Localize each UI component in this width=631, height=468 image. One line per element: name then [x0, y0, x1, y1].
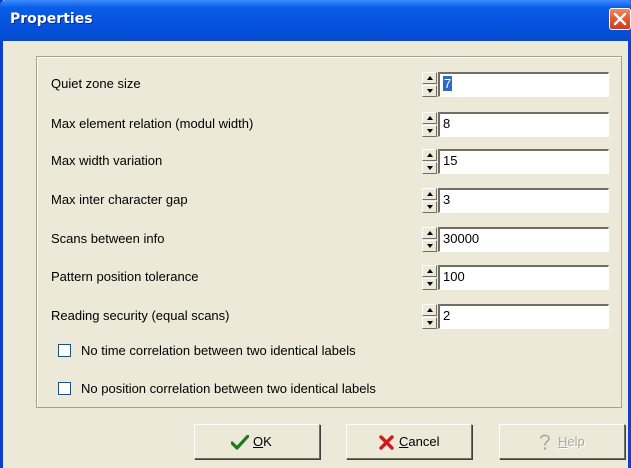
quiet-zone-size-value: 7	[443, 76, 453, 91]
close-button[interactable]	[609, 8, 631, 30]
spin-down-arrow-icon[interactable]	[422, 85, 437, 97]
no-time-correlation-checkbox[interactable]	[58, 344, 71, 357]
spin-down-arrow-icon[interactable]	[422, 162, 437, 174]
spin-up-arrow-icon[interactable]	[422, 227, 437, 239]
scans-between-info-label: Scans between info	[51, 231, 165, 246]
no-time-correlation-label: No time correlation between two identica…	[81, 343, 356, 358]
spin-up-arrow-icon[interactable]	[422, 188, 437, 200]
spin-down-arrow-icon[interactable]	[422, 317, 437, 329]
scans-between-info-input[interactable]: 30000	[438, 227, 609, 252]
spin-up-arrow-icon[interactable]	[422, 265, 437, 277]
quiet-zone-size-label: Quiet zone size	[51, 76, 141, 91]
spin-up-arrow-icon[interactable]	[422, 149, 437, 161]
title-bar[interactable]: Properties	[0, 0, 631, 41]
max-element-relation-input[interactable]: 8	[438, 112, 609, 137]
max-element-relation-label: Max element relation (modul width)	[51, 116, 254, 131]
reading-security-label: Reading security (equal scans)	[51, 308, 230, 323]
no-position-correlation-label: No position correlation between two iden…	[81, 381, 376, 396]
scans-between-info-spinner	[422, 227, 437, 252]
max-width-variation-label: Max width variation	[51, 153, 163, 168]
cancel-button-label: Cancel	[399, 434, 440, 449]
question-mark-icon	[540, 434, 550, 450]
spin-up-arrow-icon[interactable]	[422, 72, 437, 84]
ok-button-label: OK	[253, 434, 272, 449]
x-mark-icon	[379, 435, 394, 450]
help-button[interactable]: Help	[499, 424, 625, 459]
reading-security-input[interactable]: 2	[438, 304, 609, 329]
max-width-variation-input[interactable]: 15	[438, 149, 609, 174]
max-width-variation-spinner	[422, 149, 437, 174]
no-position-correlation-checkbox[interactable]	[58, 382, 71, 395]
close-icon	[613, 12, 627, 26]
max-inter-character-gap-label: Max inter character gap	[51, 192, 188, 207]
spin-down-arrow-icon[interactable]	[422, 125, 437, 137]
checkmark-icon	[231, 435, 249, 450]
max-element-relation-spinner	[422, 112, 437, 137]
window-title: Properties	[10, 11, 93, 27]
quiet-zone-size-input[interactable]: 7	[438, 72, 609, 97]
spin-down-arrow-icon[interactable]	[422, 201, 437, 213]
max-inter-character-gap-spinner	[422, 188, 437, 213]
help-button-label: Help	[558, 434, 585, 449]
spin-up-arrow-icon[interactable]	[422, 304, 437, 316]
max-inter-character-gap-input[interactable]: 3	[438, 188, 609, 213]
spin-up-arrow-icon[interactable]	[422, 112, 437, 124]
reading-security-spinner	[422, 304, 437, 329]
pattern-position-tolerance-input[interactable]: 100	[438, 265, 609, 290]
spin-down-arrow-icon[interactable]	[422, 240, 437, 252]
pattern-position-tolerance-label: Pattern position tolerance	[51, 269, 199, 284]
quiet-zone-size-spinner	[422, 72, 437, 97]
pattern-position-tolerance-spinner	[422, 265, 437, 290]
spin-down-arrow-icon[interactable]	[422, 278, 437, 290]
cancel-button[interactable]: Cancel	[346, 424, 472, 459]
ok-button[interactable]: OK	[194, 424, 320, 459]
